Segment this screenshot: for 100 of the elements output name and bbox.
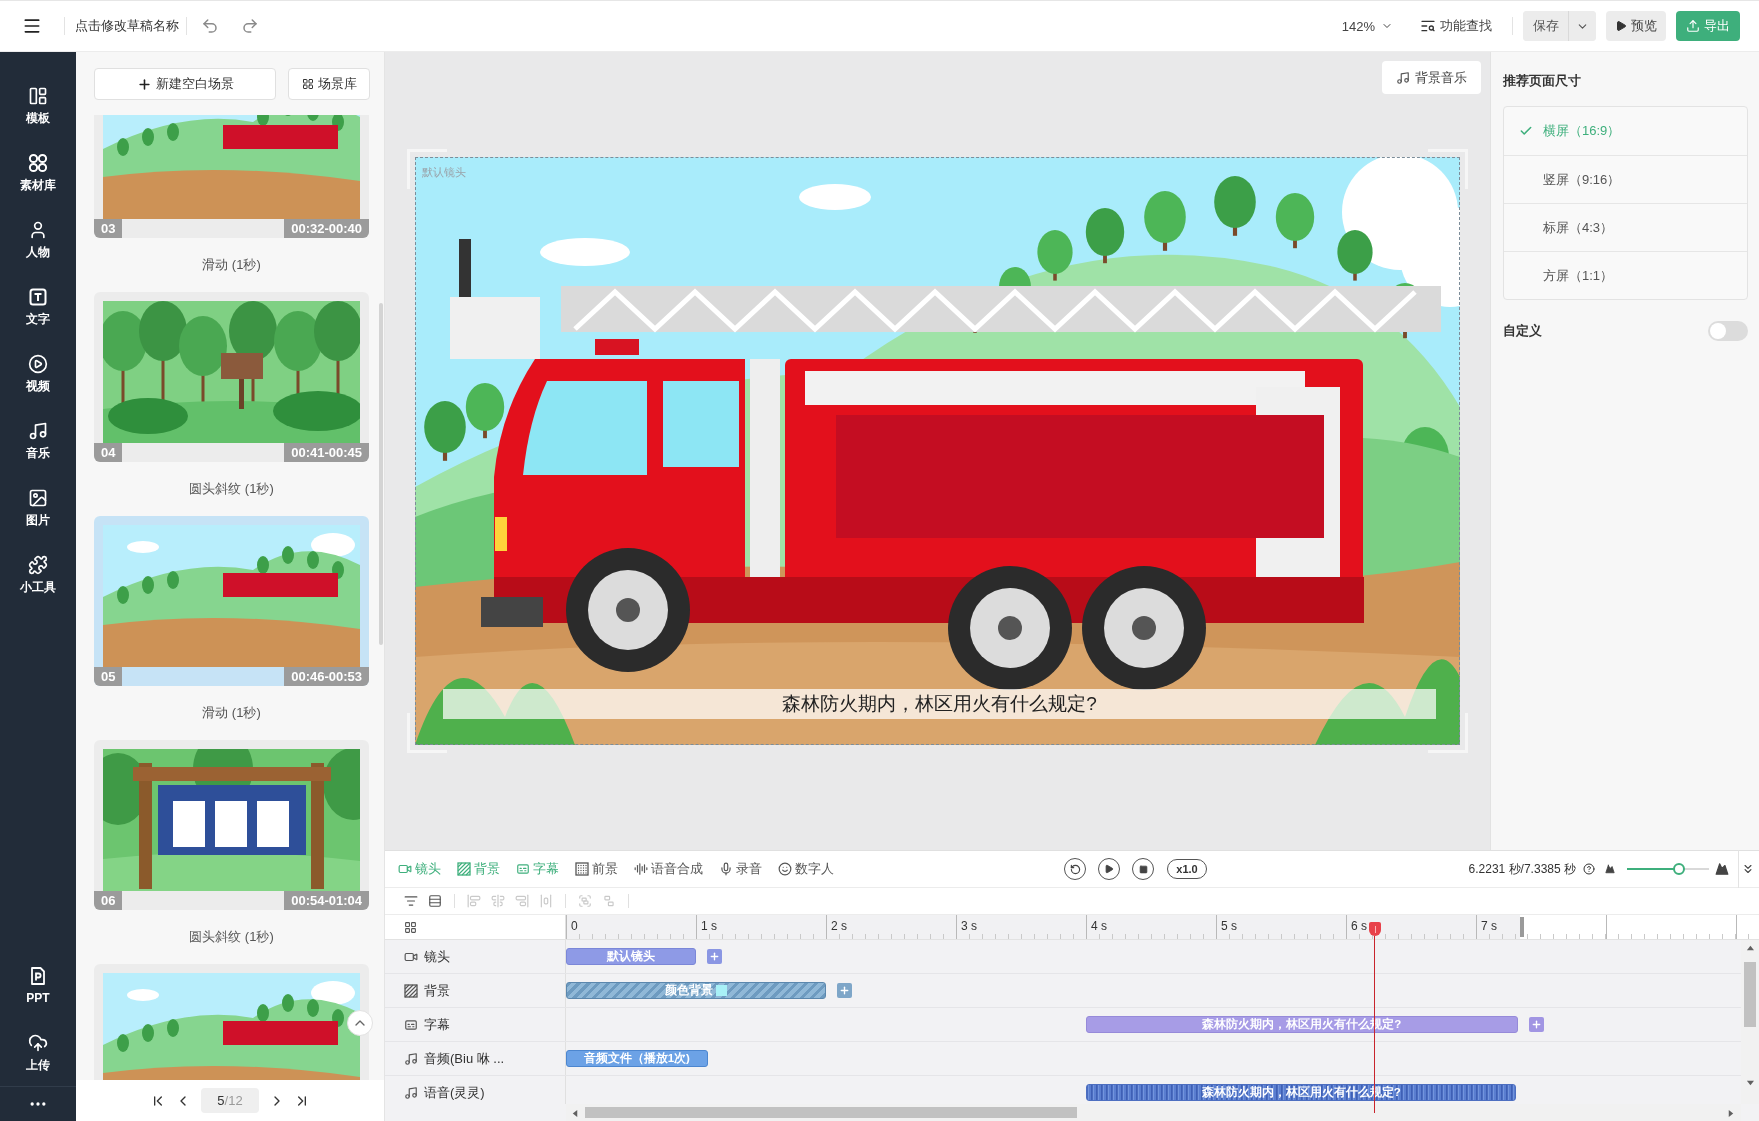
new-scene-button[interactable]: 新建空白场景 [94,68,276,100]
check-icon [1519,124,1533,138]
puzzle-icon [28,554,48,575]
collapse-icon[interactable] [1741,862,1755,876]
music-note-icon [1396,70,1410,85]
dotted-square-icon [575,862,589,876]
ruler-label: 6 s [1351,919,1367,933]
scene-number: 05 [94,667,123,686]
sidebar-item[interactable]: PPT [0,952,76,1019]
sidebar-item[interactable]: 图片 [0,474,76,541]
play-icon [1104,864,1114,874]
add-clip-button[interactable] [707,949,722,964]
camera-icon [398,862,412,876]
ruler-label: 7 s [1481,919,1497,933]
play-circle-icon [28,353,48,374]
custom-size-toggle[interactable] [1708,321,1748,341]
captions-icon [516,862,530,876]
sidebar-item[interactable]: 人物 [0,206,76,273]
caret-left-icon[interactable] [571,1108,579,1117]
image-icon [28,487,48,508]
filter-icon[interactable] [404,894,418,908]
stop-button[interactable] [1132,858,1154,880]
face-icon [778,862,792,876]
panel-title: 推荐页面尺寸 [1503,72,1582,90]
grid-icon [301,78,314,90]
menu-icon[interactable] [22,16,42,36]
add-clip-button[interactable] [1528,1017,1544,1032]
grid-icon[interactable] [404,920,417,934]
music-icon [28,420,48,441]
ruler-label: 5 s [1221,919,1237,933]
scene-library-button[interactable]: 场景库 [288,68,370,100]
track-tool-button[interactable]: 语音合成 [634,860,703,878]
music-note-icon [404,1051,418,1066]
sidebar-item[interactable]: 视频 [0,340,76,407]
sound-wave-icon [634,862,648,876]
sidebar-item[interactable]: 文字 [0,273,76,340]
play-button[interactable] [1098,858,1120,880]
save-button[interactable]: 保存 [1523,11,1569,41]
scene-time: 00:54-01:04 [284,891,369,910]
search-icon [1420,18,1436,34]
duration-end-marker[interactable] [1520,917,1524,937]
zoom-select[interactable]: 142% [1341,18,1393,34]
caret-down-icon[interactable] [1746,1079,1754,1087]
feature-search-button[interactable]: 功能查找 [1420,17,1492,35]
scrollbar-thumb[interactable] [585,1107,1077,1118]
background-music-button[interactable]: 背景音乐 [1382,61,1481,94]
speed-button[interactable]: x1.0 [1167,859,1207,879]
text-icon [28,286,48,307]
track-tool-button[interactable]: 前景 [575,860,618,878]
size-option[interactable]: 竖屏（9:16） [1504,155,1747,203]
preview-button[interactable]: 预览 [1606,11,1666,41]
ruler-label: 1 s [701,919,717,933]
transition-label: 圆头斜纹 (1秒) [189,480,274,498]
subtitle-text[interactable]: 森林防火期内，林区用火有什么规定? [443,689,1436,719]
caret-right-icon[interactable] [1727,1108,1735,1117]
resize-handle[interactable] [407,713,447,753]
size-option[interactable]: 方屏（1:1） [1504,251,1747,299]
circles-icon [28,152,48,173]
track-tool-button[interactable]: 数字人 [778,860,834,878]
track-label: 字幕 [424,1016,450,1033]
ruler-label: 0 [571,919,578,933]
rows-icon[interactable] [428,894,442,908]
layout-icon [28,85,48,106]
hatched-square-icon [404,983,418,998]
resize-handle[interactable] [1428,713,1468,753]
track-tool-button[interactable]: 录音 [719,860,762,878]
plus-icon [709,951,720,962]
time-ruler[interactable]: 0 1 s 2 s 3 s 4 s 5 s 6 s 7 s [566,915,1520,939]
play-icon [1615,20,1627,32]
page-field[interactable]: 5/12 [201,1088,259,1113]
redo-icon[interactable] [241,17,259,35]
draft-title[interactable]: 点击修改草稿名称 [75,17,179,35]
resize-handle[interactable] [1428,149,1468,189]
sidebar-item[interactable]: 小工具 [0,541,76,608]
scene-time: 00:32-00:40 [284,219,369,238]
sidebar-item[interactable]: 素材库 [0,139,76,206]
sidebar-item[interactable]: 上传 [0,1019,76,1086]
caret-up-icon[interactable] [1746,944,1754,952]
size-option[interactable]: 标屏（4:3） [1504,203,1747,251]
replay-button[interactable] [1064,858,1086,880]
help-icon[interactable] [1583,863,1595,875]
transition-label: 圆头斜纹 (1秒) [189,928,274,946]
time-readout: 6.2231 秒/7.3385 秒 [1468,860,1576,878]
transition-label: 滑动 (1秒) [202,704,261,722]
mountain-icon[interactable] [1715,862,1729,876]
scene-number: 03 [94,219,123,238]
scene-time: 00:46-00:53 [284,667,369,686]
captions-icon [404,1017,418,1032]
plus-icon [136,76,152,92]
scrollbar-thumb[interactable] [1744,962,1756,1027]
add-clip-button[interactable] [837,983,852,998]
playhead-marker[interactable] [1369,922,1381,936]
undo-icon[interactable] [201,17,219,35]
sidebar-item[interactable]: 模板 [0,72,76,139]
sidebar-item[interactable]: 音乐 [0,407,76,474]
ruler-label: 4 s [1091,919,1107,933]
cloud-upload-icon [28,1032,48,1053]
slider-thumb[interactable] [1672,863,1685,875]
plus-icon [839,985,850,996]
mountain-icon[interactable] [1605,864,1615,874]
